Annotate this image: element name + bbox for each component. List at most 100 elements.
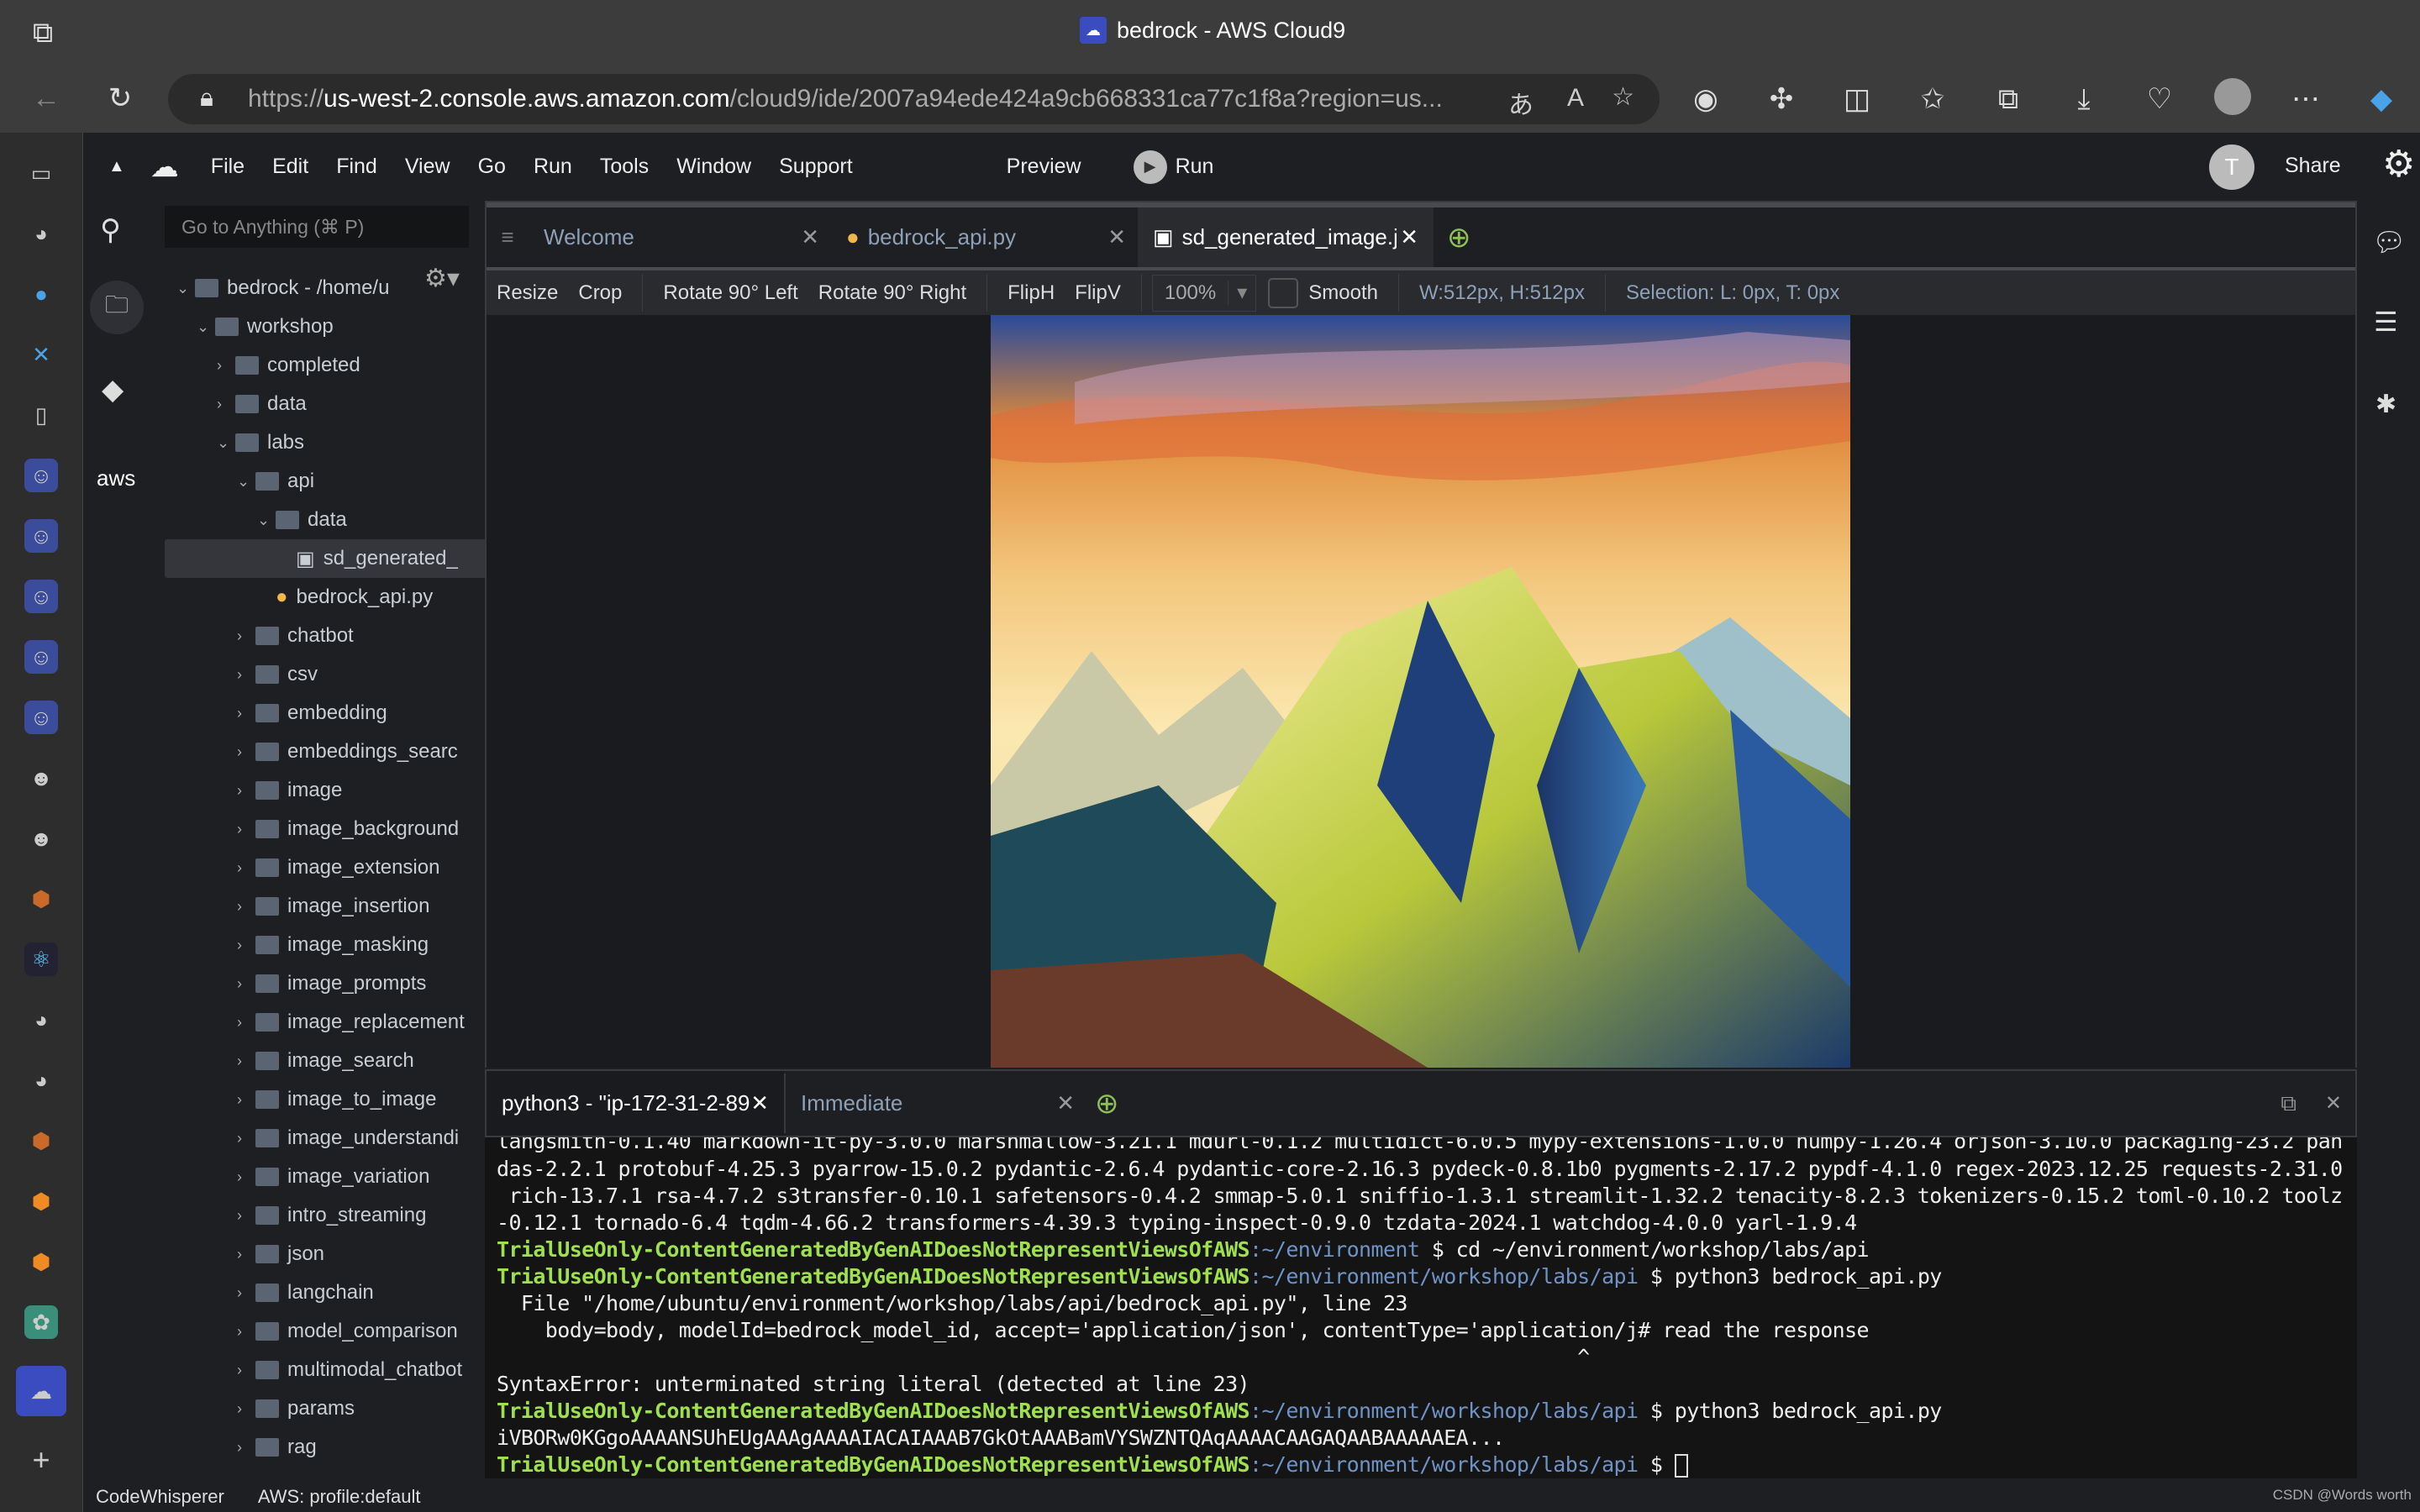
- maximize-icon[interactable]: ⧉: [2281, 1090, 2296, 1117]
- codewhisperer-status[interactable]: CodeWhisperer: [96, 1486, 224, 1508]
- source-control-icon[interactable]: ◆: [102, 373, 124, 407]
- tree-item[interactable]: ● bedrock_api.py: [257, 578, 433, 617]
- new-terminal-icon[interactable]: ⊕: [1095, 1087, 1119, 1121]
- url-bar[interactable]: 🔒︎ https://us-west-2.console.aws.amazon.…: [168, 74, 1660, 124]
- favorites-icon[interactable]: ✩: [1912, 78, 1954, 120]
- menu-window[interactable]: Window: [676, 155, 751, 179]
- tree-item[interactable]: › data: [217, 385, 307, 423]
- tree-item[interactable]: › csv: [237, 655, 318, 694]
- tab-actions-icon[interactable]: ⧉: [22, 12, 64, 54]
- tree-item[interactable]: › image_background: [237, 810, 459, 848]
- tab-immediate[interactable]: Immediate ✕: [784, 1074, 1086, 1133]
- tree-item[interactable]: › json: [237, 1235, 324, 1273]
- sidebar-toggle-icon[interactable]: ▭: [24, 156, 58, 190]
- github-icon[interactable]: ◕: [24, 1063, 58, 1097]
- app-icon[interactable]: ☺: [24, 459, 58, 492]
- tree-item[interactable]: › rag: [237, 1428, 317, 1467]
- close-icon[interactable]: ✕: [750, 1090, 769, 1116]
- resize-button[interactable]: Resize: [497, 281, 558, 305]
- tree-item[interactable]: › image_search: [237, 1042, 414, 1080]
- tab-python3-terminal[interactable]: python3 - "ip-172-31-2-89' ✕: [487, 1071, 784, 1136]
- tree-item[interactable]: › model_comparison: [237, 1312, 458, 1351]
- translate-icon[interactable]: あ: [1508, 84, 1534, 121]
- settings-gear-icon[interactable]: ⚙: [2382, 143, 2415, 186]
- share-button[interactable]: Share: [2285, 154, 2341, 178]
- tree-item[interactable]: ⌄ labs: [217, 423, 304, 462]
- collapse-menu-icon[interactable]: ▲: [108, 157, 125, 176]
- close-icon[interactable]: ✕: [1056, 1090, 1075, 1116]
- favorite-star-icon[interactable]: ☆: [1612, 82, 1634, 112]
- tab-bedrock-api-py[interactable]: ● bedrock_api.py ✕: [831, 207, 1138, 267]
- menu-file[interactable]: File: [211, 155, 245, 179]
- document-icon[interactable]: ▯: [24, 398, 58, 432]
- tree-item[interactable]: › image_extension: [237, 848, 439, 887]
- github-icon[interactable]: ◕: [24, 217, 58, 250]
- tab-sd-generated-image[interactable]: ▣ sd_generated_image.jpg✕: [1138, 207, 1434, 267]
- tree-item[interactable]: › multimodal_chatbot: [237, 1351, 462, 1389]
- x-icon[interactable]: ✕: [24, 338, 58, 371]
- menu-view[interactable]: View: [405, 155, 450, 179]
- tree-item[interactable]: › image_understandi: [237, 1119, 459, 1158]
- go-to-anything-input[interactable]: Go to Anything (⌘ P): [165, 206, 469, 248]
- tree-item[interactable]: › embeddings_searc: [237, 732, 458, 771]
- extensions-icon[interactable]: ✣: [1760, 78, 1802, 120]
- collections-icon[interactable]: ⧉: [1987, 78, 2029, 120]
- aws-profile-status[interactable]: AWS: profile:default: [258, 1486, 421, 1508]
- add-icon[interactable]: +: [24, 1442, 58, 1477]
- chat-icon[interactable]: ●: [24, 277, 58, 311]
- box-icon[interactable]: ⬢: [24, 1124, 58, 1158]
- box-icon[interactable]: ⬢: [24, 1245, 58, 1278]
- tree-item[interactable]: › image_to_image: [237, 1080, 436, 1119]
- app-icon[interactable]: ☺: [24, 519, 58, 553]
- collaborate-icon[interactable]: 💬︎: [2372, 226, 2407, 258]
- close-icon[interactable]: ✕: [801, 224, 819, 250]
- user-avatar[interactable]: T: [2209, 144, 2254, 190]
- rotate-right-button[interactable]: Rotate 90° Right: [818, 281, 966, 305]
- reload-icon[interactable]: ↻: [99, 77, 141, 119]
- crop-button[interactable]: Crop: [578, 281, 622, 305]
- chatgpt-icon[interactable]: ✿: [24, 1305, 58, 1339]
- tab-welcome[interactable]: Welcome ✕: [529, 207, 831, 267]
- tree-item[interactable]: › embedding: [237, 694, 387, 732]
- zoom-select[interactable]: 100% ▾: [1151, 274, 1257, 312]
- back-icon[interactable]: ←: [25, 77, 67, 119]
- smooth-checkbox[interactable]: [1268, 277, 1299, 308]
- copilot-icon[interactable]: ◆: [2360, 78, 2402, 120]
- split-screen-icon[interactable]: ◫: [1836, 78, 1878, 120]
- outline-icon[interactable]: ☰: [2374, 306, 2398, 338]
- app-icon[interactable]: ☺: [24, 580, 58, 613]
- cloud9-icon[interactable]: ☁: [16, 1366, 66, 1416]
- box-icon[interactable]: ⬢: [24, 1184, 58, 1218]
- tree-item[interactable]: › image_variation: [237, 1158, 429, 1196]
- menu-run[interactable]: Run: [534, 155, 572, 179]
- menu-edit[interactable]: Edit: [272, 155, 308, 179]
- terminal-output[interactable]: langsmith-0.1.40 markdown-it-py-3.0.0 ma…: [485, 1137, 2357, 1478]
- environment-folder-icon[interactable]: 🗀︎: [90, 281, 144, 334]
- tree-settings-gear-icon[interactable]: ⚙▾: [424, 264, 460, 293]
- app-icon[interactable]: ☺: [24, 640, 58, 674]
- flipv-button[interactable]: FlipV: [1075, 281, 1121, 305]
- more-icon[interactable]: ⋯: [2285, 78, 2327, 120]
- debugger-bug-icon[interactable]: ✱: [2375, 390, 2396, 419]
- preview-button[interactable]: Preview: [1007, 155, 1081, 179]
- tree-item[interactable]: › image_masking: [237, 926, 429, 964]
- robot-icon[interactable]: ☻: [24, 761, 58, 795]
- menu-support[interactable]: Support: [779, 155, 853, 179]
- search-icon[interactable]: ⚲: [100, 213, 121, 247]
- aws-icon[interactable]: aws: [97, 465, 135, 491]
- rotate-left-button[interactable]: Rotate 90° Left: [663, 281, 797, 305]
- tree-item[interactable]: ⌄ workshop: [197, 307, 334, 346]
- react-icon[interactable]: ⚛: [24, 942, 58, 976]
- close-icon[interactable]: ✕: [1400, 224, 1418, 250]
- extension-avatar-icon[interactable]: ◉: [1685, 78, 1727, 120]
- fliph-button[interactable]: FlipH: [1007, 281, 1055, 305]
- tree-item[interactable]: › image_replacement: [237, 1003, 465, 1042]
- health-icon[interactable]: ♡: [2139, 78, 2181, 120]
- tree-item[interactable]: ▣ sd_generated_: [165, 539, 485, 578]
- box-icon[interactable]: ⬢: [24, 882, 58, 916]
- tree-item[interactable]: › image: [237, 771, 342, 810]
- menu-go[interactable]: Go: [478, 155, 506, 179]
- new-tab-icon[interactable]: ⊕: [1447, 207, 1471, 267]
- app-icon[interactable]: ☺: [24, 701, 58, 734]
- robot-icon[interactable]: ☻: [24, 822, 58, 855]
